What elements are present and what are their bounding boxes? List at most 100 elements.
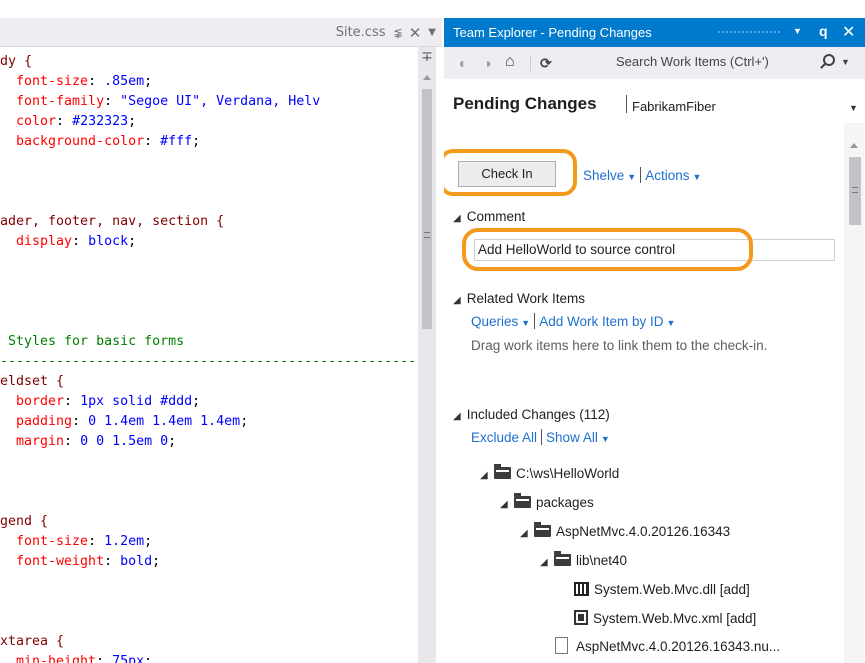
code-token: : bbox=[104, 94, 121, 109]
scroll-up-arrow-icon[interactable] bbox=[423, 75, 431, 80]
show-all-link[interactable]: Show All bbox=[546, 430, 598, 445]
exclude-all-link[interactable]: Exclude All bbox=[471, 430, 537, 445]
code-line: eldset { bbox=[0, 372, 64, 392]
show-all-dropdown-icon[interactable]: ▼ bbox=[601, 434, 610, 444]
code-token: font-family bbox=[0, 94, 105, 109]
split-window-icon[interactable]: ∓ bbox=[418, 50, 436, 64]
code-token: padding bbox=[0, 414, 73, 429]
collapse-triangle-icon[interactable]: ◢ bbox=[453, 213, 461, 224]
code-line: border: 1px solid #ddd; bbox=[0, 392, 200, 412]
tree-node[interactable]: System.Web.Mvc.dll [add] bbox=[574, 579, 750, 601]
tree-node[interactable]: ◢ C:\ws\HelloWorld bbox=[480, 463, 619, 485]
home-icon[interactable]: ⌂ bbox=[505, 53, 515, 71]
editor-tab-site-css[interactable]: Site.css ⪉ ✕ ▼ bbox=[336, 18, 442, 47]
page-dropdown-icon[interactable]: ▼ bbox=[849, 103, 858, 113]
code-token: background-color bbox=[0, 134, 145, 149]
team-explorer-scroll-thumb[interactable] bbox=[849, 157, 861, 225]
code-token: : bbox=[72, 414, 89, 429]
window-title: Team Explorer - Pending Changes bbox=[453, 25, 652, 40]
folder-icon bbox=[534, 522, 551, 537]
shelve-link[interactable]: Shelve bbox=[583, 168, 624, 183]
code-token: : bbox=[72, 234, 89, 249]
code-token: 75px bbox=[112, 654, 145, 663]
included-changes-section-header[interactable]: ◢ Included Changes (112) bbox=[453, 407, 610, 422]
search-icon[interactable] bbox=[823, 54, 835, 66]
shelve-dropdown-icon[interactable]: ▼ bbox=[627, 172, 636, 182]
code-token: dy { bbox=[0, 54, 33, 69]
actions-link[interactable]: Actions bbox=[645, 168, 689, 183]
comment-highlight-annotation bbox=[462, 228, 753, 271]
queries-dropdown-icon[interactable]: ▼ bbox=[521, 318, 530, 328]
code-token: ; bbox=[128, 234, 137, 249]
auto-hide-pin-icon[interactable]: q bbox=[819, 23, 828, 39]
editor-scroll-thumb[interactable] bbox=[422, 89, 432, 329]
comment-section-header[interactable]: ◢ Comment bbox=[453, 209, 525, 224]
window-position-dropdown-icon[interactable]: ▼ bbox=[793, 26, 802, 36]
tab-list-dropdown-icon[interactable]: ▼ bbox=[428, 27, 436, 38]
add-work-item-dropdown-icon[interactable]: ▼ bbox=[667, 318, 676, 328]
code-token: border bbox=[0, 394, 65, 409]
work-items-drop-hint[interactable]: Drag work items here to link them to the… bbox=[471, 337, 836, 355]
expand-triangle-icon[interactable]: ◢ bbox=[520, 523, 534, 545]
search-options-dropdown-icon[interactable]: ▼ bbox=[841, 57, 850, 67]
code-token: Styles for basic forms bbox=[0, 334, 185, 349]
grip-icon bbox=[424, 232, 430, 238]
collapse-triangle-icon[interactable]: ◢ bbox=[453, 295, 461, 306]
expand-triangle-icon[interactable]: ◢ bbox=[500, 494, 514, 516]
pin-icon[interactable]: ⪉ bbox=[394, 26, 403, 39]
code-token: ; bbox=[128, 114, 137, 129]
actions-dropdown-icon[interactable]: ▼ bbox=[692, 172, 701, 182]
code-token: 0 0 1.5em 0 bbox=[80, 434, 169, 449]
collapse-triangle-icon[interactable]: ◢ bbox=[453, 411, 461, 422]
toolbar-separator bbox=[530, 55, 531, 71]
code-token: : bbox=[104, 554, 121, 569]
code-line: gend { bbox=[0, 512, 48, 532]
tree-node[interactable]: AspNetMvc.4.0.20126.16343.nu... bbox=[555, 636, 780, 658]
code-token: .85em bbox=[104, 74, 145, 89]
code-token: color bbox=[0, 114, 57, 129]
code-token: min-height bbox=[0, 654, 97, 663]
add-work-item-by-id-link[interactable]: Add Work Item by ID bbox=[539, 314, 663, 329]
code-token: eldset { bbox=[0, 374, 65, 389]
folder-icon bbox=[494, 464, 511, 479]
tree-node[interactable]: ◢ AspNetMvc.4.0.20126.16343 bbox=[520, 521, 730, 543]
close-icon[interactable]: ✕ bbox=[842, 22, 855, 42]
code-token: ; bbox=[152, 554, 161, 569]
page-title[interactable]: Pending Changes bbox=[453, 94, 597, 114]
code-text-area[interactable]: dy { font-size: .85em; font-family: "Seg… bbox=[0, 52, 418, 663]
code-editor-pane[interactable]: Site.css ⪉ ✕ ▼ dy { font-size: .85em; fo… bbox=[0, 0, 442, 663]
search-work-items-input[interactable]: Search Work Items (Ctrl+') bbox=[616, 50, 842, 74]
code-token: gend { bbox=[0, 514, 49, 529]
tree-node[interactable]: ◢ packages bbox=[500, 492, 594, 514]
tree-node[interactable]: ◢ lib\net40 bbox=[540, 550, 627, 572]
editor-vertical-scrollbar[interactable]: ∓ bbox=[418, 47, 436, 663]
tree-node[interactable]: System.Web.Mvc.xml [add] bbox=[574, 608, 756, 630]
expand-triangle-icon[interactable]: ◢ bbox=[540, 552, 554, 574]
code-token: ; bbox=[168, 434, 177, 449]
code-line: font-size: .85em; bbox=[0, 72, 152, 92]
code-line: font-size: 1.2em; bbox=[0, 532, 152, 552]
check-in-highlight-annotation bbox=[444, 149, 577, 196]
code-token: ader, footer, nav, section { bbox=[0, 214, 225, 229]
related-work-items-section-header[interactable]: ◢ Related Work Items bbox=[453, 291, 585, 306]
tree-node-label: AspNetMvc.4.0.20126.16343.nu... bbox=[576, 639, 781, 654]
team-explorer-title-bar[interactable]: Team Explorer - Pending Changes ▼ q ✕ bbox=[444, 18, 865, 47]
scroll-up-arrow-icon[interactable] bbox=[850, 143, 858, 148]
close-icon[interactable]: ✕ bbox=[409, 24, 422, 42]
refresh-icon[interactable]: ⟳ bbox=[540, 55, 552, 72]
forward-icon[interactable]: ◑ bbox=[483, 55, 491, 71]
code-line: padding: 0 1.4em 1.4em 1.4em; bbox=[0, 412, 248, 432]
expand-triangle-icon[interactable]: ◢ bbox=[480, 465, 494, 487]
back-icon[interactable]: ◐ bbox=[459, 55, 467, 71]
code-token: ----------------------------------------… bbox=[0, 354, 418, 369]
queries-link[interactable]: Queries bbox=[471, 314, 518, 329]
code-token: ; bbox=[144, 534, 153, 549]
xml-file-icon bbox=[574, 610, 588, 625]
tree-node-label: C:\ws\HelloWorld bbox=[516, 466, 620, 481]
team-explorer-vertical-scrollbar[interactable] bbox=[844, 123, 864, 663]
folder-icon bbox=[514, 493, 531, 508]
title-separator bbox=[626, 95, 627, 113]
code-token: : bbox=[56, 114, 73, 129]
code-token: xtarea { bbox=[0, 634, 65, 649]
code-token: block bbox=[88, 234, 129, 249]
